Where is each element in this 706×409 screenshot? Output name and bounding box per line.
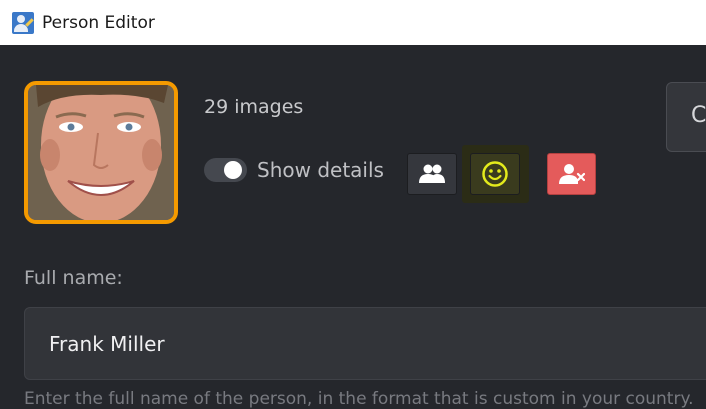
smiley-button-highlight [462,145,529,203]
editor-panel: 29 images Show details C Full name: Fran… [0,45,706,409]
remove-person-icon [558,164,585,184]
toggle-knob [224,161,242,179]
person-avatar[interactable] [24,81,178,224]
show-details-toggle[interactable] [204,158,247,182]
window-title: Person Editor [42,13,155,33]
remove-person-button[interactable] [547,153,596,195]
show-details-label: Show details [257,158,384,182]
full-name-input[interactable] [24,307,706,380]
full-name-hint: Enter the full name of the person, in th… [24,389,694,409]
side-button[interactable]: C [666,82,706,152]
image-count: 29 images [204,96,304,118]
app-icon [12,12,34,34]
face-photo [28,85,174,220]
full-name-label: Full name: [24,267,123,289]
group-people-button[interactable] [407,153,457,195]
title-bar: Person Editor [0,0,706,45]
people-icon [419,164,445,183]
side-button-label: C [691,103,706,128]
smiley-button[interactable] [470,153,520,195]
smiley-icon [482,161,508,187]
